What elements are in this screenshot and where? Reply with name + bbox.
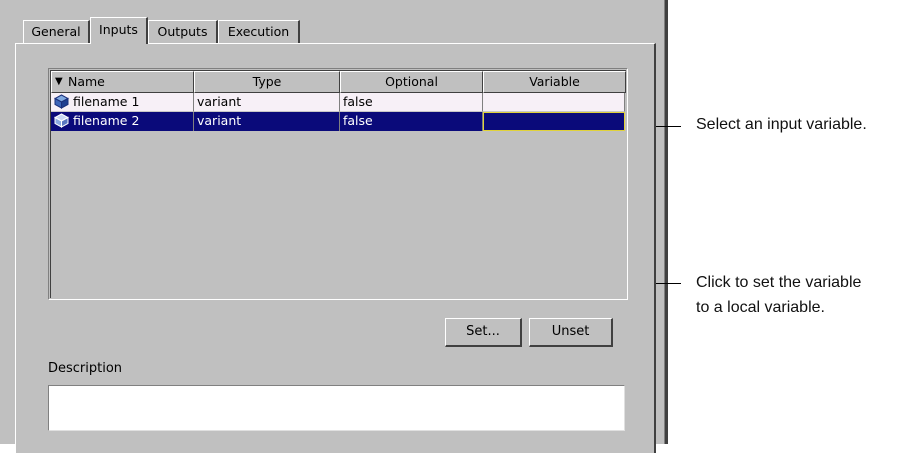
tab-inputs[interactable]: Inputs <box>90 17 148 44</box>
variable-cube-icon <box>54 94 69 109</box>
cell-type: variant <box>194 93 340 112</box>
set-button[interactable]: Set... <box>445 318 522 347</box>
cell-optional: false <box>340 93 483 112</box>
cell-variable-focused[interactable] <box>483 112 625 131</box>
cell-variable[interactable] <box>483 93 625 112</box>
description-field[interactable] <box>48 385 625 431</box>
column-header-name[interactable]: ▼ Name <box>51 71 194 93</box>
column-header-optional[interactable]: Optional <box>340 71 483 93</box>
inputs-table[interactable]: ▼ Name Type Optional Variable filename 1… <box>48 68 628 300</box>
cell-name: filename 2 <box>51 112 194 131</box>
table-row-selected[interactable]: filename 2 variant false <box>51 112 625 131</box>
column-header-label: Name <box>68 74 105 89</box>
row-name-text: filename 2 <box>73 113 140 128</box>
sort-triangle-down-icon: ▼ <box>55 76 63 87</box>
column-header-variable[interactable]: Variable <box>483 71 626 93</box>
column-header-type[interactable]: Type <box>194 71 340 93</box>
description-label: Description <box>48 361 123 376</box>
variable-cube-icon <box>54 113 69 128</box>
cell-name: filename 1 <box>51 93 194 112</box>
table-row[interactable]: filename 1 variant false <box>51 93 625 112</box>
dialog-right-border <box>664 0 668 444</box>
callout-select-variable: Select an input variable. <box>696 116 867 133</box>
tab-general[interactable]: General <box>23 20 90 43</box>
callout-set-line2: to a local variable. <box>696 299 825 316</box>
cell-type: variant <box>194 112 340 131</box>
tab-execution[interactable]: Execution <box>218 20 300 43</box>
callout-set-line1: Click to set the variable <box>696 274 862 291</box>
tab-outputs[interactable]: Outputs <box>148 20 218 43</box>
cell-optional: false <box>340 112 483 131</box>
row-name-text: filename 1 <box>73 94 140 109</box>
unset-button[interactable]: Unset <box>529 318 613 347</box>
